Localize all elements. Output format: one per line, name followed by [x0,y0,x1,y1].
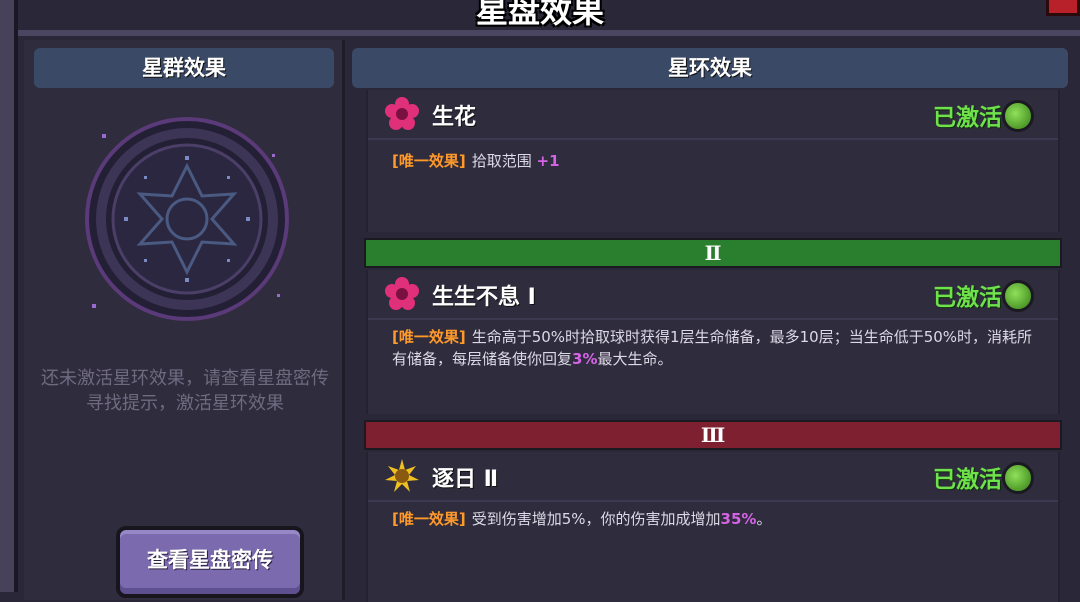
card-description: [唯一效果] 生命高于50%时拾取球时获得1层生命储备，最多10层；当生命低于50… [392,326,1044,370]
card-name: 生生不息 Ⅰ [432,285,536,310]
desc-text: 受到伤害增加5%，你的伤害加成增加 [471,510,721,528]
status-active-label: 已激活 [933,105,1002,131]
status-indicator-icon [1002,100,1034,132]
status-active-label: 已激活 [933,285,1002,311]
ring-effects-panel: 星环效果 生花 已激活 [唯一效果] 拾取范围 +1 Ⅱ 生生不息 Ⅰ 已激活 … [346,40,1080,602]
effect-card-shengshengbuxi: 生生不息 Ⅰ 已激活 [唯一效果] 生命高于50%时拾取球时获得1层生命储备，最多… [366,270,1060,414]
card-header: 生生不息 Ⅰ 已激活 [368,270,1058,320]
status-indicator-icon [1002,280,1034,312]
window-frame [0,0,18,592]
desc-text-end: 最大生命。 [597,350,673,368]
status-indicator-icon [1002,462,1034,494]
constellation-panel: 星群效果 还未激活星环效果，请查看星盘密传寻找提示，激活星环效果 查看星盘密传 [24,40,345,600]
window-title: 星盘效果 [475,0,604,30]
card-name: 逐日 Ⅱ [432,467,499,492]
sun-icon [385,459,419,492]
unique-effect-tag: [唯一效果] [392,510,466,528]
desc-highlight: 3% [572,350,598,368]
tier-3-divider: Ⅲ [364,420,1062,450]
tier-2-divider: Ⅱ [364,238,1062,268]
desc-text: 生命高于50%时拾取球时获得1层生命储备，最多10层；当生命低于50%时，消耗所… [392,328,1033,368]
unique-effect-tag: [唯一效果] [392,152,466,170]
card-description: [唯一效果] 受到伤害增加5%，你的伤害加成增加35%。 [392,508,1044,530]
effect-card-shenghua: 生花 已激活 [唯一效果] 拾取范围 +1 [366,90,1060,232]
view-star-secret-button[interactable]: 查看星盘密传 [116,526,304,598]
desc-text: 拾取范围 [471,152,537,170]
desc-highlight: 35% [720,510,757,528]
star-disc-icon [85,117,289,321]
constellation-header: 星群效果 [34,48,334,88]
desc-text-end: 。 [756,510,772,528]
card-description: [唯一效果] 拾取范围 +1 [392,150,1044,172]
close-button[interactable] [1046,0,1080,16]
card-name: 生花 [432,105,477,130]
ring-effects-header: 星环效果 [352,48,1068,88]
desc-highlight: +1 [536,152,560,170]
unique-effect-tag: [唯一效果] [392,328,466,346]
status-active-label: 已激活 [933,467,1002,493]
flower-icon [385,97,419,130]
effect-card-zhuri: 逐日 Ⅱ 已激活 [唯一效果] 受到伤害增加5%，你的伤害加成增加35%。 [366,452,1060,602]
hint-text: 还未激活星环效果，请查看星盘密传寻找提示，激活星环效果 [41,368,329,414]
card-header: 生花 已激活 [368,90,1058,140]
card-header: 逐日 Ⅱ 已激活 [368,452,1058,502]
flower-icon [385,277,419,310]
